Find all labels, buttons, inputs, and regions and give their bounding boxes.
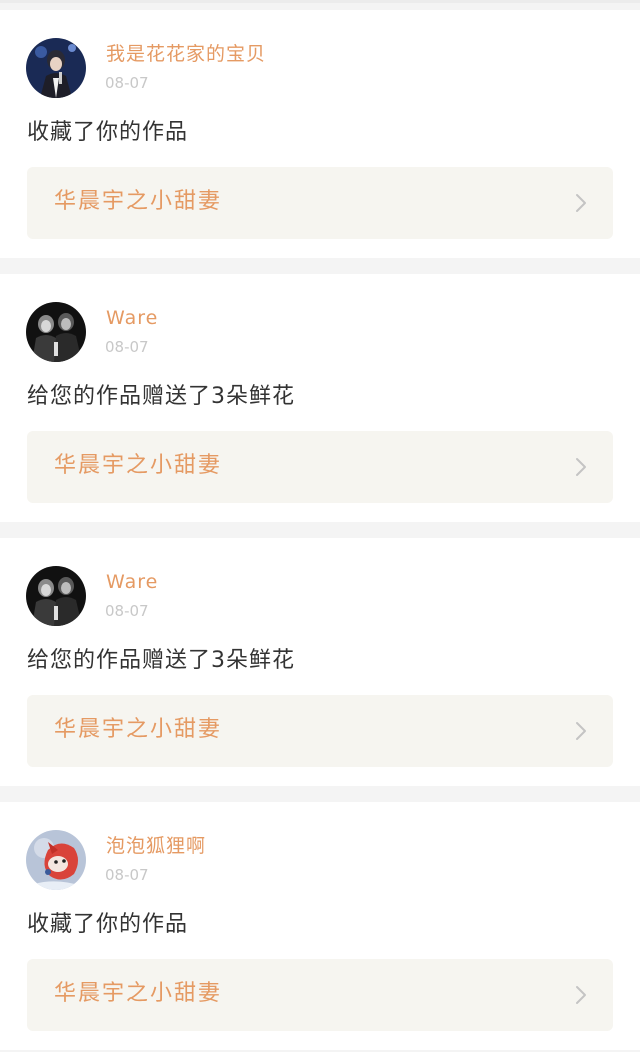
notification-feed: 我是花花家的宝贝 08-07 收藏了你的作品 华晨宇之小甜妻 Ware 08-0… (0, 0, 640, 1052)
avatar[interactable] (26, 830, 86, 890)
timestamp: 08-07 (105, 338, 149, 356)
activity-message: 收藏了你的作品 (27, 120, 189, 145)
timestamp: 08-07 (105, 74, 149, 92)
dark-photo-avatar-icon (26, 566, 86, 626)
work-title: 华晨宇之小甜妻 (54, 189, 223, 214)
work-link[interactable]: 华晨宇之小甜妻 (27, 959, 613, 1031)
work-title: 华晨宇之小甜妻 (54, 717, 223, 742)
activity-message: 给您的作品赠送了3朵鲜花 (27, 384, 295, 409)
avatar[interactable] (26, 302, 86, 362)
work-title: 华晨宇之小甜妻 (54, 981, 223, 1006)
activity-message: 给您的作品赠送了3朵鲜花 (27, 648, 295, 673)
chevron-right-icon (575, 721, 587, 741)
dark-photo-avatar-icon (26, 302, 86, 362)
notification-card: Ware 08-07 给您的作品赠送了3朵鲜花 华晨宇之小甜妻 (0, 538, 640, 786)
avatar[interactable] (26, 566, 86, 626)
username[interactable]: 我是花花家的宝贝 (106, 42, 266, 66)
activity-message: 收藏了你的作品 (27, 912, 189, 937)
work-link[interactable]: 华晨宇之小甜妻 (27, 431, 613, 503)
timestamp: 08-07 (105, 866, 149, 884)
username[interactable]: Ware (106, 306, 158, 330)
performer-avatar-icon (26, 38, 86, 98)
username[interactable]: 泡泡狐狸啊 (106, 834, 206, 858)
username[interactable]: Ware (106, 570, 158, 594)
chevron-right-icon (575, 985, 587, 1005)
notification-card: 泡泡狐狸啊 08-07 收藏了你的作品 华晨宇之小甜妻 (0, 802, 640, 1050)
top-divider (0, 0, 640, 3)
timestamp: 08-07 (105, 602, 149, 620)
work-title: 华晨宇之小甜妻 (54, 453, 223, 478)
chevron-right-icon (575, 457, 587, 477)
avatar[interactable] (26, 38, 86, 98)
fox-avatar-icon (26, 830, 86, 890)
work-link[interactable]: 华晨宇之小甜妻 (27, 167, 613, 239)
notification-card: 我是花花家的宝贝 08-07 收藏了你的作品 华晨宇之小甜妻 (0, 10, 640, 258)
chevron-right-icon (575, 193, 587, 213)
work-link[interactable]: 华晨宇之小甜妻 (27, 695, 613, 767)
notification-card: Ware 08-07 给您的作品赠送了3朵鲜花 华晨宇之小甜妻 (0, 274, 640, 522)
